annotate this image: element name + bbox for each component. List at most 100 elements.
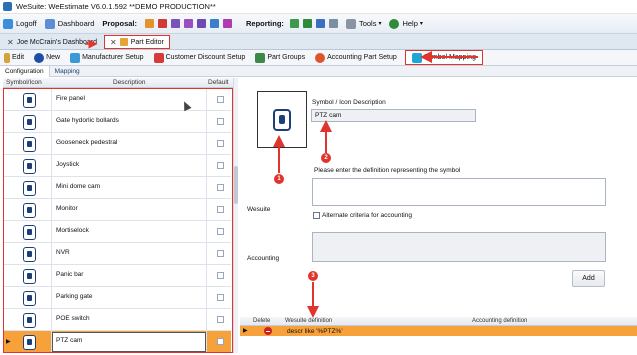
description-cell[interactable]: PTZ cam — [56, 337, 82, 344]
default-checkbox[interactable] — [217, 118, 224, 125]
default-checkbox[interactable] — [217, 184, 224, 191]
proposal-table-icon[interactable] — [197, 19, 207, 28]
symbol-mapping-icon — [411, 52, 422, 63]
add-button[interactable]: Add — [572, 270, 605, 287]
close-icon[interactable]: ✕ — [110, 38, 117, 47]
description-cell[interactable]: Joystick — [56, 161, 79, 168]
table-row[interactable]: POE switch — [4, 309, 231, 331]
help-menu[interactable]: Help ▾ — [389, 18, 423, 29]
annotation-badge-1: 1 — [274, 174, 284, 184]
table-row[interactable]: Mini dome cam — [4, 177, 231, 199]
default-checkbox[interactable] — [217, 250, 224, 257]
description-cell[interactable]: Monitor — [56, 205, 78, 212]
wesuite-definition-field[interactable] — [312, 178, 606, 206]
header-description[interactable]: Description — [113, 79, 146, 86]
proposal-chart-icon[interactable] — [145, 19, 155, 28]
tab-configuration[interactable]: Configuration — [0, 65, 50, 77]
reporting-edit-icon[interactable] — [328, 19, 338, 28]
header-accounting-definition[interactable]: Accounting definition — [472, 318, 527, 324]
scroll-thumb[interactable] — [234, 166, 238, 204]
edit-icon — [4, 52, 10, 63]
table-row[interactable]: Monitor — [4, 199, 231, 221]
default-checkbox[interactable] — [217, 294, 224, 301]
close-icon[interactable]: ✕ — [7, 38, 14, 47]
grid-scrollbar[interactable] — [233, 78, 238, 353]
part-groups-button[interactable]: Part Groups — [253, 51, 307, 65]
reporting-chart-icon[interactable] — [289, 19, 299, 28]
header-wesuite-definition[interactable]: Wesuite definition — [285, 318, 332, 324]
symbol-grid-header: Symbol/Icon Description Default — [3, 78, 235, 88]
window-title: WeSuite: WeEstimate V6.0.1.592 **DEMO PR… — [16, 2, 216, 11]
table-row[interactable]: Gooseneck pedestral — [4, 133, 231, 155]
part-editor-toolbar: Edit New Manufacturer Setup Customer Dis… — [0, 50, 637, 66]
reporting-check-icon[interactable] — [302, 19, 312, 28]
delete-row-button[interactable] — [264, 327, 272, 335]
tab-mapping[interactable]: Mapping — [50, 66, 85, 77]
description-cell[interactable]: Mini dome cam — [56, 183, 100, 190]
header-symbol[interactable]: Symbol/Icon — [6, 79, 42, 86]
table-row[interactable]: Mortiselock — [4, 221, 231, 243]
proposal-doc-icon[interactable] — [184, 19, 194, 28]
manufacturer-setup-button[interactable]: Manufacturer Setup — [68, 51, 145, 65]
window-titlebar: WeSuite: WeEstimate V6.0.1.592 **DEMO PR… — [0, 0, 637, 14]
table-row[interactable]: Panic bar — [4, 265, 231, 287]
table-row[interactable]: NVR — [4, 243, 231, 265]
tab-part-editor[interactable]: ✕ Part Editor — [104, 35, 170, 49]
default-checkbox[interactable] — [217, 228, 224, 235]
menubar: Logoff Dashboard Proposal: Reporting: To… — [0, 14, 637, 34]
chevron-down-icon: ▾ — [419, 21, 423, 27]
default-checkbox[interactable] — [217, 338, 224, 345]
default-checkbox[interactable] — [217, 272, 224, 279]
symbol-preview — [257, 91, 307, 148]
logoff-button[interactable]: Logoff — [3, 18, 37, 29]
proposal-flag-icon[interactable] — [158, 19, 168, 28]
default-checkbox[interactable] — [217, 140, 224, 147]
edit-button[interactable]: Edit — [2, 51, 26, 65]
alternate-criteria-checkbox[interactable] — [313, 212, 320, 219]
description-cell[interactable]: POE switch — [56, 315, 90, 322]
tab-dashboard[interactable]: ✕ Joe McCrain's Dashboard — [2, 35, 102, 49]
tools-menu[interactable]: Tools ▾ — [345, 18, 381, 29]
mapping-grid-header: Delete Wesuite definition Accounting def… — [240, 317, 637, 326]
symbol-cell — [16, 289, 42, 307]
symbol-cell — [16, 311, 42, 329]
accounting-label: Accounting — [247, 255, 280, 262]
table-row[interactable]: Fire panel — [4, 89, 231, 111]
description-cell[interactable]: Gate hydorlic bollards — [56, 117, 119, 124]
symbol-description-field[interactable]: PTZ cam — [311, 109, 476, 122]
dashboard-button[interactable]: Dashboard — [44, 18, 94, 29]
new-button[interactable]: New — [32, 51, 62, 65]
symbol-cell — [16, 245, 42, 263]
table-row[interactable]: Parking gate — [4, 287, 231, 309]
default-checkbox[interactable] — [217, 206, 224, 213]
symbol-grid: Fire panel Gate hydorlic bollards Goosenec… — [3, 88, 233, 353]
header-delete[interactable]: Delete — [253, 318, 270, 324]
table-row[interactable]: ▶ PTZ cam — [4, 331, 231, 352]
symbol-mapping-button[interactable]: Symbol Mapping — [404, 50, 483, 65]
symbol-cell — [16, 157, 42, 175]
reporting-list-icon[interactable] — [315, 19, 325, 28]
description-cell[interactable]: Parking gate — [56, 293, 93, 300]
description-cell[interactable]: NVR — [56, 249, 70, 256]
accounting-part-setup-button[interactable]: Accounting Part Setup — [313, 51, 399, 65]
symbol-icon — [22, 92, 36, 108]
table-row[interactable]: Gate hydorlic bollards — [4, 111, 231, 133]
proposal-grid-icon[interactable] — [171, 19, 181, 28]
default-checkbox[interactable] — [217, 96, 224, 103]
symbol-icon — [22, 268, 36, 284]
default-checkbox[interactable] — [217, 316, 224, 323]
customer-discount-setup-button[interactable]: Customer Discount Setup — [152, 51, 248, 65]
proposal-close-icon[interactable] — [223, 19, 233, 28]
mapping-row[interactable]: ▶ descr like '%PTZ%' — [240, 326, 637, 336]
description-cell[interactable]: Gooseneck pedestral — [56, 139, 117, 146]
wesuite-definition-cell[interactable]: descr like '%PTZ%' — [287, 328, 343, 335]
description-cell[interactable]: Mortiselock — [56, 227, 89, 234]
header-default[interactable]: Default — [208, 79, 229, 86]
gear-icon — [315, 52, 326, 63]
table-row[interactable]: Joystick — [4, 155, 231, 177]
proposal-report-icon[interactable] — [210, 19, 220, 28]
description-cell[interactable]: Fire panel — [56, 95, 85, 102]
default-checkbox[interactable] — [217, 162, 224, 169]
description-cell[interactable]: Panic bar — [56, 271, 83, 278]
accounting-definition-field[interactable] — [312, 232, 606, 262]
